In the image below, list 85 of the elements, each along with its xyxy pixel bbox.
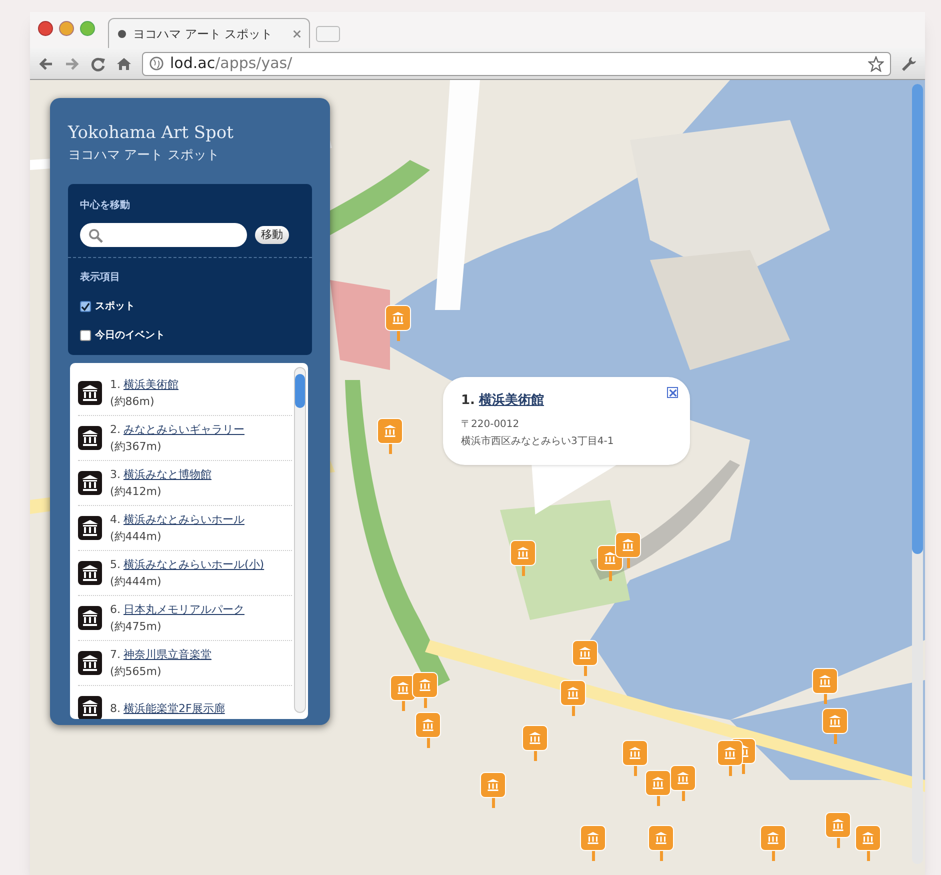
spot-link[interactable]: 日本丸メモリアルパーク	[124, 601, 244, 618]
close-icon[interactable]	[667, 387, 678, 398]
reload-icon[interactable]	[90, 56, 106, 72]
spot-number: 1.	[110, 377, 120, 393]
search-heading: 中心を移動	[80, 198, 131, 213]
map-marker-icon[interactable]	[415, 712, 441, 748]
museum-icon	[78, 561, 102, 585]
spot-number: 6.	[110, 602, 120, 618]
star-icon[interactable]	[868, 56, 884, 72]
new-tab-button[interactable]	[316, 26, 340, 42]
back-icon[interactable]	[38, 56, 54, 72]
map-marker-icon[interactable]	[717, 740, 743, 776]
spot-number: 3.	[110, 467, 120, 483]
spot-number: 4.	[110, 512, 120, 528]
forward-icon[interactable]	[64, 56, 80, 72]
spot-number: 7.	[110, 647, 120, 663]
spot-distance: (約444m)	[110, 529, 162, 545]
list-scrollbar[interactable]	[294, 367, 306, 713]
spot-link[interactable]: 横浜みなと博物館	[124, 466, 212, 483]
spot-link[interactable]: 横浜みなとみらいホール	[124, 511, 244, 528]
spot-distance: (約86m)	[110, 394, 156, 410]
map-marker-icon[interactable]	[377, 418, 403, 454]
spot-distance: (約444m)	[110, 574, 162, 590]
museum-icon	[78, 606, 102, 630]
home-icon[interactable]	[116, 56, 132, 72]
globe-icon	[149, 56, 164, 71]
zoom-window-button[interactable]	[80, 21, 95, 36]
map-marker-icon[interactable]	[522, 725, 548, 761]
museum-icon	[78, 426, 102, 450]
museum-icon	[78, 471, 102, 495]
map-marker-icon[interactable]	[760, 825, 786, 861]
spot-distance: (約367m)	[110, 439, 162, 455]
map-marker-icon[interactable]	[825, 812, 851, 848]
checkbox-label: スポット	[95, 300, 135, 314]
page-scrollbar[interactable]	[912, 84, 923, 864]
url-text: lod.ac/apps/yas/	[170, 53, 294, 74]
postal-code: 〒220-0012	[461, 418, 520, 432]
museum-icon	[78, 651, 102, 675]
spot-number: 5.	[110, 557, 120, 573]
wrench-icon[interactable]	[901, 56, 917, 72]
checkbox-label: 今日のイベント	[95, 328, 165, 343]
map-marker-icon[interactable]	[615, 532, 641, 568]
spot-number: 2.	[110, 422, 120, 438]
museum-icon	[78, 516, 102, 540]
browser-tab[interactable]: ヨコハマ アート スポット	[108, 18, 310, 48]
minimize-window-button[interactable]	[59, 21, 74, 36]
search-icon	[88, 228, 103, 242]
spot-distance: (約412m)	[110, 484, 162, 500]
search-field[interactable]	[80, 223, 247, 247]
move-button[interactable]: 移動	[255, 226, 289, 244]
spot-link[interactable]: 横浜美術館	[124, 376, 178, 393]
display-heading: 表示項目	[80, 270, 121, 285]
map-marker-icon[interactable]	[812, 668, 838, 704]
map-marker-icon[interactable]	[645, 770, 671, 806]
map-marker-icon[interactable]	[510, 540, 536, 576]
address-bar[interactable]: lod.ac/apps/yas/	[142, 52, 891, 76]
map-marker-icon[interactable]	[412, 672, 438, 708]
map-marker-icon[interactable]	[480, 772, 506, 808]
map-marker-icon[interactable]	[560, 680, 586, 716]
info-title-link[interactable]: 横浜美術館	[478, 391, 544, 410]
map-marker-icon[interactable]	[580, 825, 606, 861]
spot-link[interactable]: 横浜能楽堂2F展示廊	[124, 700, 225, 716]
street-address: 横浜市西区みなとみらい3丁目4-1	[461, 434, 615, 448]
tab-favicon-icon	[117, 28, 127, 38]
spot-link[interactable]: 横浜みなとみらいホール(小)	[124, 556, 264, 573]
map-marker-icon[interactable]	[822, 708, 848, 744]
checkbox[interactable]	[80, 330, 91, 341]
checkbox[interactable]	[80, 301, 91, 312]
map-marker-icon[interactable]	[648, 825, 674, 861]
map-marker-icon[interactable]	[622, 740, 648, 776]
map-marker-icon[interactable]	[670, 765, 696, 801]
app-subtitle: ヨコハマ アート スポット	[68, 147, 220, 165]
museum-icon	[78, 381, 102, 405]
close-tab-icon[interactable]	[293, 30, 301, 38]
info-number: 1.	[461, 392, 475, 410]
map-marker-icon[interactable]	[855, 825, 881, 861]
map-marker-icon[interactable]	[572, 640, 598, 676]
spot-number: 8.	[110, 700, 120, 716]
spot-link[interactable]: 神奈川県立音楽堂	[124, 646, 212, 663]
spot-distance: (約565m)	[110, 664, 162, 680]
spot-link[interactable]: みなとみらいギャラリー	[124, 421, 244, 438]
close-window-button[interactable]	[38, 21, 53, 36]
app-title: Yokohama Art Spot	[68, 122, 234, 144]
map-marker-icon[interactable]	[385, 305, 411, 341]
spot-distance: (約475m)	[110, 619, 162, 635]
